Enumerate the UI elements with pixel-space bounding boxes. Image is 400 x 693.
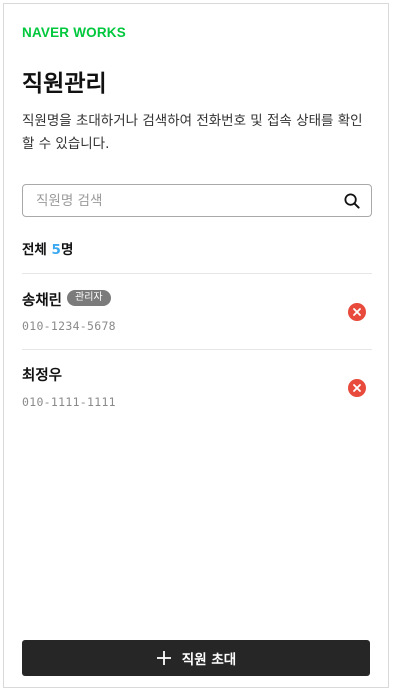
naver-works-logo: NAVER WORKS [22,25,126,40]
employee-row[interactable]: 송채린 관리자 010-1234-5678 [22,274,372,349]
invite-employee-button[interactable]: 직원 초대 [22,640,370,676]
employee-name: 최정우 [22,368,63,384]
search-input[interactable] [36,192,343,209]
employee-name: 송채린 [22,293,63,309]
count-unit: 명 [60,242,74,258]
admin-badge: 관리자 [67,290,111,306]
employee-count: 전체 5명 [22,238,73,258]
remove-icon[interactable] [348,303,366,321]
page-description: 직원명을 초대하거나 검색하여 전화번호 및 접속 상태를 확인할 수 있습니다… [22,113,363,152]
search-box[interactable] [22,184,372,217]
search-icon[interactable] [343,192,361,210]
page-title: 직원관리 [22,71,107,97]
plus-icon [156,650,172,666]
remove-icon[interactable] [348,379,366,397]
employee-phone: 010-1234-5678 [22,319,116,333]
count-label: 전체 [22,242,47,258]
employee-phone: 010-1111-1111 [22,395,116,409]
count-number: 5 [51,242,61,258]
employee-row[interactable]: 최정우 010-1111-1111 [22,350,372,425]
invite-button-label: 직원 초대 [181,652,237,668]
